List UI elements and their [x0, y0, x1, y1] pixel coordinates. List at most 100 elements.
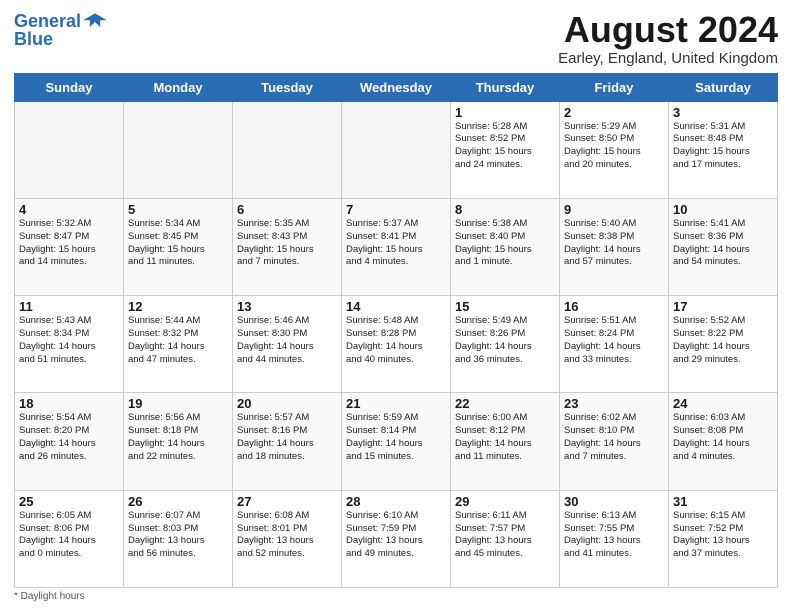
calendar-cell: 25Sunrise: 6:05 AM Sunset: 8:06 PM Dayli…: [15, 490, 124, 587]
calendar-cell: 29Sunrise: 6:11 AM Sunset: 7:57 PM Dayli…: [451, 490, 560, 587]
day-number: 29: [455, 494, 555, 509]
day-info: Sunrise: 5:35 AM Sunset: 8:43 PM Dayligh…: [237, 218, 337, 269]
title-area: August 2024 Earley, England, United King…: [558, 10, 778, 67]
day-number: 20: [237, 396, 337, 411]
week-row-1: 4Sunrise: 5:32 AM Sunset: 8:47 PM Daylig…: [15, 198, 778, 295]
day-number: 27: [237, 494, 337, 509]
calendar-cell: 23Sunrise: 6:02 AM Sunset: 8:10 PM Dayli…: [560, 393, 669, 490]
day-info: Sunrise: 5:56 AM Sunset: 8:18 PM Dayligh…: [128, 412, 228, 463]
day-info: Sunrise: 6:15 AM Sunset: 7:52 PM Dayligh…: [673, 510, 773, 561]
day-number: 21: [346, 396, 446, 411]
day-info: Sunrise: 6:05 AM Sunset: 8:06 PM Dayligh…: [19, 510, 119, 561]
calendar-cell: [342, 101, 451, 198]
page: General Blue August 2024 Earley, England…: [0, 0, 792, 612]
day-number: 11: [19, 299, 119, 314]
day-info: Sunrise: 5:46 AM Sunset: 8:30 PM Dayligh…: [237, 315, 337, 366]
header: General Blue August 2024 Earley, England…: [14, 10, 778, 67]
col-header-sunday: Sunday: [15, 73, 124, 101]
calendar-cell: 12Sunrise: 5:44 AM Sunset: 8:32 PM Dayli…: [124, 296, 233, 393]
calendar-cell: 8Sunrise: 5:38 AM Sunset: 8:40 PM Daylig…: [451, 198, 560, 295]
calendar-cell: 11Sunrise: 5:43 AM Sunset: 8:34 PM Dayli…: [15, 296, 124, 393]
day-number: 3: [673, 105, 773, 120]
day-info: Sunrise: 5:37 AM Sunset: 8:41 PM Dayligh…: [346, 218, 446, 269]
col-header-tuesday: Tuesday: [233, 73, 342, 101]
day-number: 13: [237, 299, 337, 314]
day-info: Sunrise: 6:07 AM Sunset: 8:03 PM Dayligh…: [128, 510, 228, 561]
calendar-cell: 13Sunrise: 5:46 AM Sunset: 8:30 PM Dayli…: [233, 296, 342, 393]
calendar-cell: 27Sunrise: 6:08 AM Sunset: 8:01 PM Dayli…: [233, 490, 342, 587]
calendar-cell: 20Sunrise: 5:57 AM Sunset: 8:16 PM Dayli…: [233, 393, 342, 490]
calendar-cell: 26Sunrise: 6:07 AM Sunset: 8:03 PM Dayli…: [124, 490, 233, 587]
day-info: Sunrise: 5:29 AM Sunset: 8:50 PM Dayligh…: [564, 121, 664, 172]
day-number: 8: [455, 202, 555, 217]
calendar-cell: 5Sunrise: 5:34 AM Sunset: 8:45 PM Daylig…: [124, 198, 233, 295]
calendar-header-row: SundayMondayTuesdayWednesdayThursdayFrid…: [15, 73, 778, 101]
day-number: 17: [673, 299, 773, 314]
day-number: 4: [19, 202, 119, 217]
day-info: Sunrise: 6:02 AM Sunset: 8:10 PM Dayligh…: [564, 412, 664, 463]
day-info: Sunrise: 5:31 AM Sunset: 8:48 PM Dayligh…: [673, 121, 773, 172]
calendar-cell: 28Sunrise: 6:10 AM Sunset: 7:59 PM Dayli…: [342, 490, 451, 587]
day-info: Sunrise: 5:54 AM Sunset: 8:20 PM Dayligh…: [19, 412, 119, 463]
day-number: 7: [346, 202, 446, 217]
footer-note: * Daylight hours: [14, 591, 778, 602]
calendar-cell: 3Sunrise: 5:31 AM Sunset: 8:48 PM Daylig…: [669, 101, 778, 198]
calendar-cell: [15, 101, 124, 198]
col-header-friday: Friday: [560, 73, 669, 101]
day-number: 15: [455, 299, 555, 314]
col-header-wednesday: Wednesday: [342, 73, 451, 101]
logo: General Blue: [14, 10, 107, 50]
month-title: August 2024: [558, 10, 778, 50]
calendar-cell: 17Sunrise: 5:52 AM Sunset: 8:22 PM Dayli…: [669, 296, 778, 393]
day-info: Sunrise: 5:43 AM Sunset: 8:34 PM Dayligh…: [19, 315, 119, 366]
day-number: 10: [673, 202, 773, 217]
day-info: Sunrise: 5:59 AM Sunset: 8:14 PM Dayligh…: [346, 412, 446, 463]
day-number: 18: [19, 396, 119, 411]
day-number: 2: [564, 105, 664, 120]
day-info: Sunrise: 5:57 AM Sunset: 8:16 PM Dayligh…: [237, 412, 337, 463]
day-number: 5: [128, 202, 228, 217]
calendar-cell: 24Sunrise: 6:03 AM Sunset: 8:08 PM Dayli…: [669, 393, 778, 490]
calendar-cell: 19Sunrise: 5:56 AM Sunset: 8:18 PM Dayli…: [124, 393, 233, 490]
calendar-cell: 22Sunrise: 6:00 AM Sunset: 8:12 PM Dayli…: [451, 393, 560, 490]
day-number: 16: [564, 299, 664, 314]
day-info: Sunrise: 5:52 AM Sunset: 8:22 PM Dayligh…: [673, 315, 773, 366]
day-info: Sunrise: 5:28 AM Sunset: 8:52 PM Dayligh…: [455, 121, 555, 172]
day-info: Sunrise: 5:48 AM Sunset: 8:28 PM Dayligh…: [346, 315, 446, 366]
calendar-cell: 7Sunrise: 5:37 AM Sunset: 8:41 PM Daylig…: [342, 198, 451, 295]
day-number: 1: [455, 105, 555, 120]
col-header-saturday: Saturday: [669, 73, 778, 101]
day-info: Sunrise: 6:00 AM Sunset: 8:12 PM Dayligh…: [455, 412, 555, 463]
day-number: 9: [564, 202, 664, 217]
calendar-cell: 21Sunrise: 5:59 AM Sunset: 8:14 PM Dayli…: [342, 393, 451, 490]
day-info: Sunrise: 5:49 AM Sunset: 8:26 PM Dayligh…: [455, 315, 555, 366]
day-info: Sunrise: 5:40 AM Sunset: 8:38 PM Dayligh…: [564, 218, 664, 269]
day-number: 12: [128, 299, 228, 314]
calendar-cell: 1Sunrise: 5:28 AM Sunset: 8:52 PM Daylig…: [451, 101, 560, 198]
col-header-monday: Monday: [124, 73, 233, 101]
day-number: 6: [237, 202, 337, 217]
day-info: Sunrise: 6:03 AM Sunset: 8:08 PM Dayligh…: [673, 412, 773, 463]
week-row-2: 11Sunrise: 5:43 AM Sunset: 8:34 PM Dayli…: [15, 296, 778, 393]
logo-general: General: [14, 11, 81, 31]
day-number: 19: [128, 396, 228, 411]
day-info: Sunrise: 5:51 AM Sunset: 8:24 PM Dayligh…: [564, 315, 664, 366]
day-number: 25: [19, 494, 119, 509]
calendar-table: SundayMondayTuesdayWednesdayThursdayFrid…: [14, 73, 778, 588]
calendar-cell: 4Sunrise: 5:32 AM Sunset: 8:47 PM Daylig…: [15, 198, 124, 295]
col-header-thursday: Thursday: [451, 73, 560, 101]
day-number: 24: [673, 396, 773, 411]
day-number: 22: [455, 396, 555, 411]
location: Earley, England, United Kingdom: [558, 50, 778, 67]
logo-bird-icon: [83, 10, 107, 34]
day-number: 14: [346, 299, 446, 314]
day-info: Sunrise: 6:11 AM Sunset: 7:57 PM Dayligh…: [455, 510, 555, 561]
day-number: 23: [564, 396, 664, 411]
calendar-cell: [124, 101, 233, 198]
week-row-0: 1Sunrise: 5:28 AM Sunset: 8:52 PM Daylig…: [15, 101, 778, 198]
day-info: Sunrise: 6:13 AM Sunset: 7:55 PM Dayligh…: [564, 510, 664, 561]
day-number: 30: [564, 494, 664, 509]
calendar-cell: 15Sunrise: 5:49 AM Sunset: 8:26 PM Dayli…: [451, 296, 560, 393]
day-info: Sunrise: 6:08 AM Sunset: 8:01 PM Dayligh…: [237, 510, 337, 561]
calendar-cell: 18Sunrise: 5:54 AM Sunset: 8:20 PM Dayli…: [15, 393, 124, 490]
